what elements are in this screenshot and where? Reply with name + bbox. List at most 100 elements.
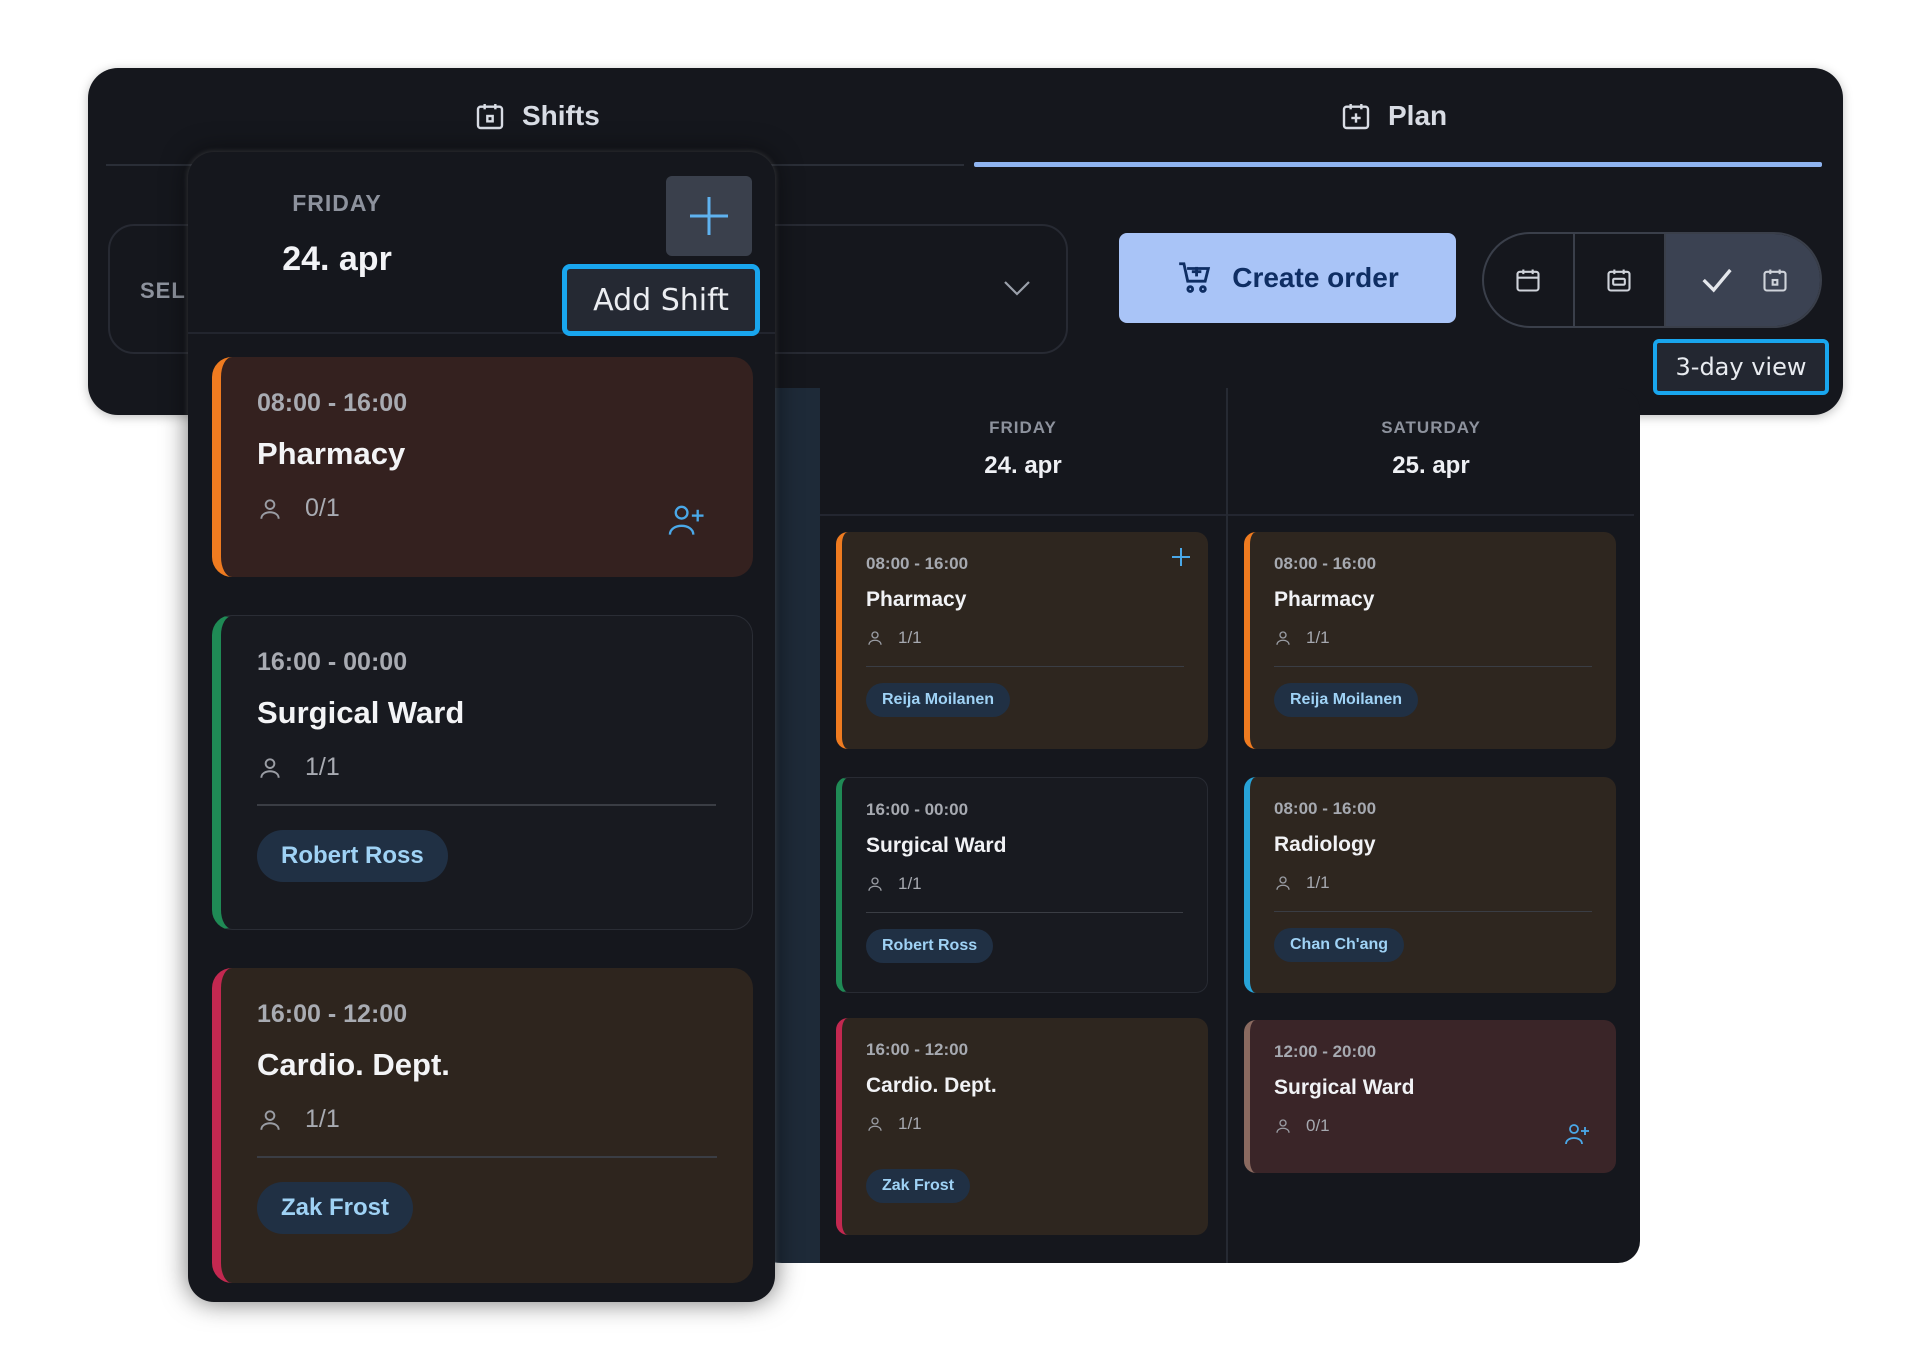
shift-title: Cardio. Dept. xyxy=(866,1074,997,1097)
shift-time: 08:00 - 16:00 xyxy=(257,389,408,417)
staff-count-value: 1/1 xyxy=(305,753,340,781)
day-column-saturday: SATURDAY 25. apr 08:00 - 16:00 Pharmacy … xyxy=(1228,388,1634,1263)
staff-count-value: 0/1 xyxy=(305,494,340,522)
card-divider xyxy=(866,912,1183,913)
staff-count: 0/1 xyxy=(1274,1116,1592,1136)
shift-card[interactable]: 16:00 - 00:00 Surgical Ward 1/1 Robert R… xyxy=(212,615,753,930)
shift-card[interactable]: 16:00 - 00:00 Surgical Ward 1/1 Robert R… xyxy=(836,777,1208,993)
shift-card[interactable]: 08:00 - 16:00 Pharmacy 1/1 Reija Moilane… xyxy=(1244,532,1616,749)
assignee-chip[interactable]: Reija Moilanen xyxy=(1274,683,1419,717)
three-day-view-button[interactable] xyxy=(1665,234,1820,326)
card-divider xyxy=(1274,911,1592,912)
shift-time: 16:00 - 00:00 xyxy=(866,800,969,819)
person-icon xyxy=(868,631,882,645)
tab-shifts[interactable]: Shifts xyxy=(474,68,600,164)
shift-title: Pharmacy xyxy=(866,588,967,611)
person-icon xyxy=(1276,1119,1290,1133)
select-label: SEL xyxy=(140,278,186,303)
shift-title: Surgical Ward xyxy=(257,695,465,730)
shift-title: Surgical Ward xyxy=(866,834,1007,857)
shift-time: 16:00 - 00:00 xyxy=(257,648,408,676)
shift-card[interactable]: 08:00 - 16:00 Pharmacy 0/1 xyxy=(212,357,753,577)
staff-count: 1/1 xyxy=(1274,873,1592,893)
day-date: 24. apr xyxy=(984,452,1062,479)
add-shift-button[interactable] xyxy=(666,176,752,256)
shift-time: 16:00 - 12:00 xyxy=(866,1040,969,1059)
view-toggle-group xyxy=(1482,232,1822,328)
person-icon xyxy=(260,1109,280,1130)
person-icon xyxy=(260,757,280,778)
calendar-week-icon xyxy=(1607,269,1631,292)
card-divider xyxy=(866,666,1184,667)
day-header: SATURDAY 25. apr xyxy=(1228,388,1634,516)
chevron-down-icon xyxy=(1004,281,1030,296)
active-tab-indicator xyxy=(974,162,1822,167)
assignee-chip[interactable]: Zak Frost xyxy=(866,1169,971,1203)
assignee-chip[interactable]: Reija Moilanen xyxy=(866,683,1011,717)
staff-count-value: 1/1 xyxy=(1306,628,1330,647)
person-icon xyxy=(1276,631,1290,645)
staff-count: 1/1 xyxy=(1274,628,1592,648)
day-column-friday: FRIDAY 24. apr 08:00 - 16:00 Pharmacy 1/… xyxy=(820,388,1228,1263)
shift-time: 08:00 - 16:00 xyxy=(1274,799,1377,818)
staff-count-value: 1/1 xyxy=(898,1114,922,1133)
person-icon xyxy=(260,498,280,519)
calendar-day-icon xyxy=(1763,269,1787,292)
staff-count-value: 1/1 xyxy=(305,1105,340,1133)
add-shift-tooltip: Add Shift xyxy=(562,264,760,336)
assignee-chip[interactable]: Robert Ross xyxy=(257,830,448,882)
detail-day-name: FRIDAY xyxy=(292,190,382,216)
staff-count-value: 1/1 xyxy=(898,628,922,647)
shift-card[interactable]: 08:00 - 16:00 Pharmacy 1/1 Reija Moilane… xyxy=(836,532,1208,749)
add-person-icon[interactable] xyxy=(667,501,705,539)
shift-time: 08:00 - 16:00 xyxy=(866,554,969,573)
staff-count: 1/1 xyxy=(866,1114,1184,1134)
calendar-day-icon xyxy=(476,104,504,130)
day-detail-panel: FRIDAY 24. apr Add Shift 08:00 - 16:00 P… xyxy=(188,152,775,1302)
staff-count: 1/1 xyxy=(257,753,716,782)
person-icon xyxy=(1276,876,1290,890)
staff-count: 0/1 xyxy=(257,494,717,523)
staff-count-value: 1/1 xyxy=(1306,873,1330,892)
shift-card[interactable]: 16:00 - 12:00 Cardio. Dept. 1/1 Zak Fros… xyxy=(836,1018,1208,1235)
shift-title: Cardio. Dept. xyxy=(257,1047,450,1082)
day-name: SATURDAY xyxy=(1381,418,1481,437)
assignee-chip[interactable]: Zak Frost xyxy=(257,1182,414,1234)
add-person-icon[interactable] xyxy=(1564,1121,1590,1147)
staff-count-value: 0/1 xyxy=(1306,1116,1330,1135)
week-view-button[interactable] xyxy=(1575,234,1666,326)
shift-title: Radiology xyxy=(1274,833,1376,856)
shift-card[interactable]: 12:00 - 20:00 Surgical Ward 0/1 xyxy=(1244,1020,1616,1173)
card-divider xyxy=(866,1152,1184,1153)
create-order-button[interactable]: Create order xyxy=(1119,233,1456,323)
calendar-month-icon xyxy=(1516,269,1541,292)
create-order-label: Create order xyxy=(1232,262,1399,293)
shift-time: 16:00 - 12:00 xyxy=(257,1000,408,1028)
check-icon xyxy=(1702,268,1732,293)
shift-title: Pharmacy xyxy=(1274,588,1375,611)
card-divider xyxy=(257,1156,717,1158)
person-icon xyxy=(868,877,882,891)
tab-plan[interactable]: Plan xyxy=(1340,68,1447,164)
staff-count: 1/1 xyxy=(866,628,1184,648)
shift-time: 08:00 - 16:00 xyxy=(1274,554,1377,573)
shift-title: Pharmacy xyxy=(257,436,406,471)
cart-plus-icon xyxy=(1179,262,1211,293)
calendar-plus-icon xyxy=(1342,104,1370,130)
shift-card[interactable]: 16:00 - 12:00 Cardio. Dept. 1/1 Zak Fros… xyxy=(212,968,753,1283)
three-day-grid: FRIDAY 24. apr 08:00 - 16:00 Pharmacy 1/… xyxy=(760,388,1640,1263)
plus-icon[interactable] xyxy=(1170,546,1192,568)
staff-count-value: 1/1 xyxy=(898,874,922,893)
detail-date: 24. apr xyxy=(282,240,392,278)
assignee-chip[interactable]: Chan Ch'ang xyxy=(1274,928,1405,962)
plus-icon xyxy=(690,197,728,235)
staff-count: 1/1 xyxy=(257,1105,717,1134)
assignee-chip[interactable]: Robert Ross xyxy=(866,929,994,963)
day-name: FRIDAY xyxy=(989,418,1057,437)
day-date: 25. apr xyxy=(1392,452,1470,479)
shift-time: 12:00 - 20:00 xyxy=(1274,1042,1377,1061)
month-view-button[interactable] xyxy=(1484,234,1575,326)
shift-card[interactable]: 08:00 - 16:00 Radiology 1/1 Chan Ch'ang xyxy=(1244,777,1616,993)
tab-label: Shifts xyxy=(522,100,600,131)
staff-count: 1/1 xyxy=(866,874,1183,894)
